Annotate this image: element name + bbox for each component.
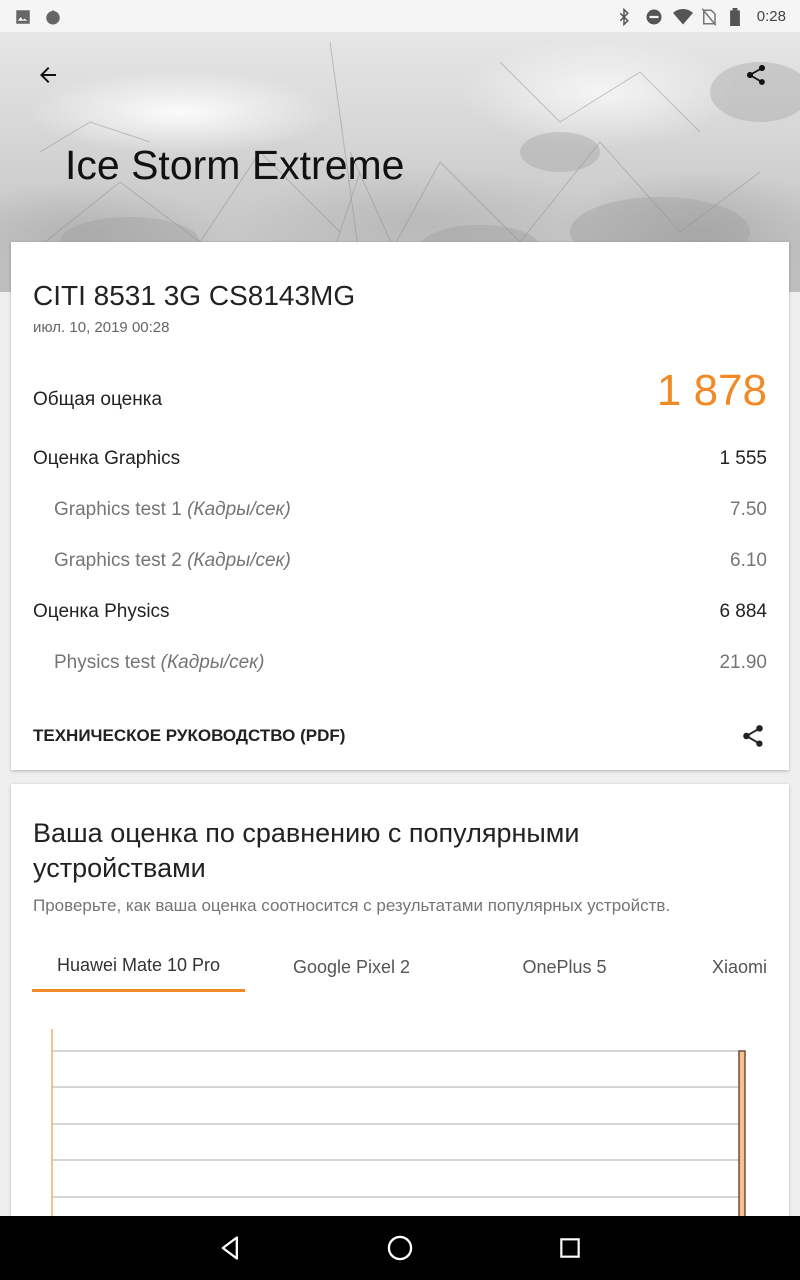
share-icon xyxy=(747,65,765,85)
graphics-test1-label: Graphics test 1 xyxy=(54,499,182,520)
battery-icon xyxy=(729,8,745,26)
graphics-test1-value: 7.50 xyxy=(730,499,767,520)
status-time: 0:28 xyxy=(756,7,786,25)
graphics-test1-row: Graphics test 1 (Кадры/сек) 7.50 xyxy=(33,499,767,521)
image-icon xyxy=(14,8,30,24)
result-card: CITI 8531 3G CS8143MG июл. 10, 2019 00:2… xyxy=(11,242,789,770)
app-notification-icon xyxy=(44,8,60,25)
physics-score-row: Оценка Physics 6 884 xyxy=(33,601,767,623)
square-recents-icon xyxy=(560,1238,580,1258)
overall-score-value: 1 878 xyxy=(656,366,767,415)
comparison-chart xyxy=(51,1029,746,1219)
device-name: CITI 8531 3G CS8143MG xyxy=(33,280,356,311)
triangle-back-icon xyxy=(221,1236,238,1260)
graphics-test2-label: Graphics test 2 xyxy=(54,550,182,571)
compare-subtitle: Проверьте, как ваша оценка соотносится с… xyxy=(33,896,671,915)
no-sim-icon xyxy=(701,8,717,26)
nav-home-button[interactable] xyxy=(376,1224,424,1272)
graphics-test2-value: 6.10 xyxy=(730,550,767,571)
circle-home-icon xyxy=(387,1235,413,1261)
chart-bar xyxy=(738,1050,746,1219)
tab-google-pixel-2[interactable]: Google Pixel 2 xyxy=(245,942,458,992)
physics-test-unit: (Кадры/сек) xyxy=(160,652,265,673)
physics-score-value: 6 884 xyxy=(719,601,767,622)
share-icon xyxy=(743,725,763,747)
do-not-disturb-icon xyxy=(645,8,662,25)
result-date: июл. 10, 2019 00:28 xyxy=(33,319,170,336)
graphics-test2-unit: (Кадры/сек) xyxy=(187,550,291,571)
overall-score-label: Общая оценка xyxy=(33,389,163,410)
physics-test-label: Physics test xyxy=(54,652,156,673)
tab-oneplus-5[interactable]: OnePlus 5 xyxy=(458,942,671,992)
tech-guide-share-button[interactable] xyxy=(729,712,777,760)
bluetooth-icon xyxy=(617,7,633,27)
graphics-test2-row: Graphics test 2 (Кадры/сек) 6.10 xyxy=(33,550,767,572)
graphics-score-label: Оценка Graphics xyxy=(33,448,181,469)
nav-recents-button[interactable] xyxy=(546,1224,594,1272)
back-button[interactable] xyxy=(24,51,72,99)
compare-card: Ваша оценка по сравнению с популярными у… xyxy=(11,784,789,1280)
graphics-score-row: Оценка Graphics 1 555 xyxy=(33,448,767,470)
tech-guide-link[interactable]: ТЕХНИЧЕСКОЕ РУКОВОДСТВО (PDF) xyxy=(33,726,345,746)
physics-score-label: Оценка Physics xyxy=(33,601,170,622)
system-nav-bar xyxy=(0,1216,800,1280)
wifi-icon xyxy=(672,8,693,25)
share-button-top[interactable] xyxy=(732,51,780,99)
arrow-back-icon xyxy=(40,67,56,83)
tech-guide-row: ТЕХНИЧЕСКОЕ РУКОВОДСТВО (PDF) xyxy=(33,712,767,760)
overall-score-row: Общая оценка 1 878 xyxy=(33,366,767,416)
tab-xiaomi[interactable]: Xiaomi xyxy=(712,942,768,992)
status-bar: 0:28 xyxy=(0,0,800,32)
nav-back-button[interactable] xyxy=(207,1224,255,1272)
physics-test-row: Physics test (Кадры/сек) 21.90 xyxy=(33,652,767,674)
physics-test-value: 21.90 xyxy=(719,652,767,673)
device-tabs: Huawei Mate 10 Pro Google Pixel 2 OnePlu… xyxy=(32,942,768,992)
compare-title: Ваша оценка по сравнению с популярными у… xyxy=(33,818,580,883)
graphics-test1-unit: (Кадры/сек) xyxy=(187,499,291,520)
tab-huawei-mate-10-pro[interactable]: Huawei Mate 10 Pro xyxy=(32,942,245,992)
graphics-score-value: 1 555 xyxy=(719,448,767,469)
page-title: Ice Storm Extreme xyxy=(65,142,405,188)
